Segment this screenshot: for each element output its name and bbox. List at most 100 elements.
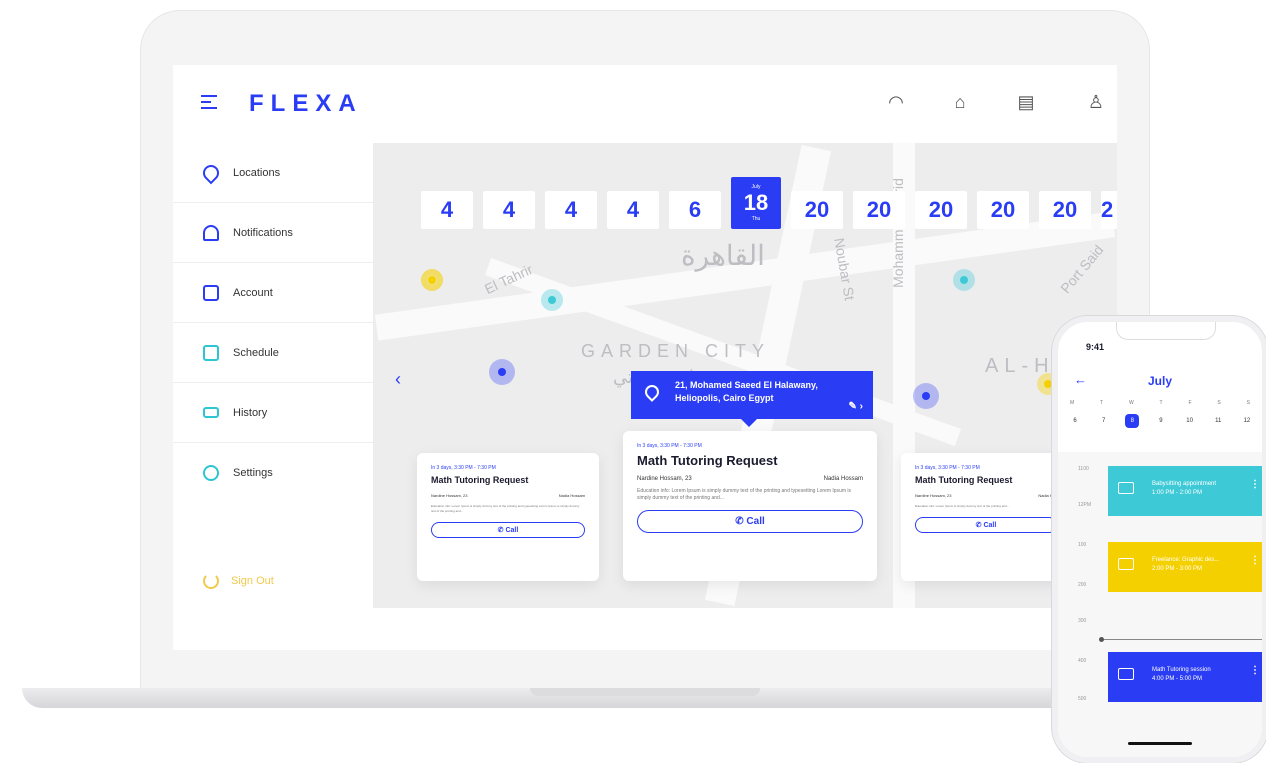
support-icon[interactable]: ◠	[885, 91, 907, 113]
edit-icon[interactable]: ✎ ›	[849, 400, 864, 413]
sidebar-item-label: Notifications	[233, 226, 293, 239]
day-selected[interactable]: 8	[1125, 414, 1140, 428]
desk-icon	[1118, 668, 1134, 680]
map-label-port-said: Port Said	[1057, 241, 1107, 297]
date-item[interactable]: 20	[791, 191, 843, 229]
sidebar-item-schedule[interactable]: Schedule	[173, 323, 373, 383]
card-description: Education info: Lorem Ipsum is simply du…	[431, 504, 580, 513]
date-item[interactable]: 20	[915, 191, 967, 229]
card-person1: Nardine Hossam, 23	[915, 493, 952, 498]
card-title: Math Tutoring Request	[915, 475, 1013, 485]
map-marker[interactable]	[489, 359, 515, 385]
chevron-left-icon[interactable]: ‹	[395, 369, 401, 390]
laptop-notch	[530, 688, 760, 696]
popup-address-line2: Heliopolis, Cairo Egypt	[675, 393, 774, 403]
calendar-icon	[203, 344, 219, 361]
current-time-line	[1099, 637, 1262, 642]
call-button[interactable]: ✆ Call	[637, 510, 863, 533]
location-popup[interactable]: 21, Mohamed Saeed El Halawany, Heliopoli…	[631, 371, 873, 427]
logo: FLEXA	[249, 90, 363, 117]
call-label: Call	[746, 516, 765, 527]
day[interactable]: 10	[1183, 414, 1197, 428]
hour-label: 500	[1078, 696, 1087, 702]
date-item[interactable]: 4	[421, 191, 473, 229]
call-button[interactable]: ✆ Call	[431, 522, 585, 538]
phone-time: 9:41	[1086, 342, 1105, 352]
day[interactable]: 7	[1097, 414, 1111, 428]
request-card[interactable]: In 3 days, 3:30 PM - 7:30 PM Math Tutori…	[417, 453, 599, 581]
phone-month: July	[1147, 374, 1172, 388]
date-item-selected[interactable]: July 18 Thu	[731, 177, 781, 229]
card-meta: In 3 days, 3:30 PM - 7:30 PM	[431, 465, 496, 471]
more-icon[interactable]: ⋮	[1250, 666, 1260, 676]
menu-icon[interactable]	[201, 95, 217, 113]
card-person1: Nardine Hossam, 23	[431, 493, 468, 498]
event-freelance[interactable]: Freelance: Graphic des... 2:00 PM - 3:00 …	[1108, 542, 1262, 592]
day[interactable]: 11	[1211, 414, 1225, 428]
day-row: 6 7 8 9 10 11 12	[1068, 414, 1254, 428]
card-person2: Nadia Hossam	[558, 493, 585, 498]
weekday: T	[1100, 400, 1104, 406]
date-item[interactable]: 4	[483, 191, 535, 229]
event-math-tutoring[interactable]: Math Tutoring session 4:00 PM - 5:00 PM ⋮	[1108, 652, 1262, 702]
sign-out-button[interactable]: Sign Out	[203, 573, 274, 589]
home-icon[interactable]: ⌂	[949, 91, 971, 113]
sidebar-item-history[interactable]: History	[173, 383, 373, 443]
location-icon	[642, 382, 662, 402]
map[interactable]: القاهرة El Tahrir GARDEN CITY جاردن سيتي…	[373, 143, 1117, 608]
date-weekday: Thu	[751, 216, 761, 222]
stroller-icon	[1118, 482, 1134, 494]
date-item[interactable]: 20	[977, 191, 1029, 229]
call-label: Call	[983, 522, 997, 529]
date-item[interactable]: 2	[1101, 191, 1117, 229]
sidebar-item-label: History	[233, 406, 268, 419]
date-item[interactable]: 4	[545, 191, 597, 229]
hour-label: 200	[1078, 582, 1087, 588]
date-item[interactable]: 6	[669, 191, 721, 229]
map-marker[interactable]	[953, 269, 975, 291]
hour-label: 100	[1078, 542, 1087, 548]
request-card[interactable]: In 3 days, 3:30 PM - 7:30 PM Math Tutori…	[901, 453, 1071, 581]
weekday: W	[1128, 400, 1134, 406]
call-button[interactable]: ✆ Call	[915, 517, 1057, 533]
map-road	[374, 211, 1116, 341]
weekday: F	[1188, 400, 1192, 406]
date-item[interactable]: 20	[853, 191, 905, 229]
home-indicator	[1128, 742, 1192, 745]
laptop-screen: FLEXA ◠ ⌂ ▤ ♙ Locations Notifications Ac…	[173, 65, 1117, 650]
user-icon[interactable]: ♙	[1085, 91, 1107, 113]
sidebar-item-notifications[interactable]: Notifications	[173, 203, 373, 263]
card-description: Education info: Lorem Ipsum is simply du…	[637, 488, 851, 501]
sidebar-item-label: Account	[233, 286, 273, 299]
date-number: 18	[743, 190, 769, 215]
more-icon[interactable]: ⋮	[1250, 556, 1260, 566]
messages-icon[interactable]: ▤	[1015, 91, 1037, 113]
event-time: 4:00 PM - 5:00 PM	[1152, 676, 1203, 682]
event-babysitting[interactable]: Babysitting appointment 1:00 PM - 2:00 PM…	[1108, 466, 1262, 516]
day[interactable]: 6	[1068, 414, 1082, 428]
hour-label: 1100	[1078, 466, 1089, 472]
event-time: 2:00 PM - 3:00 PM	[1152, 566, 1203, 572]
day[interactable]: 9	[1154, 414, 1168, 428]
sidebar-item-label: Locations	[233, 166, 281, 179]
more-icon[interactable]: ⋮	[1250, 480, 1260, 490]
sidebar-item-locations[interactable]: Locations	[173, 143, 373, 203]
date-item[interactable]: 20	[1039, 191, 1091, 229]
map-marker[interactable]	[913, 383, 939, 409]
day[interactable]: 12	[1240, 414, 1254, 428]
hour-label: 400	[1078, 658, 1087, 664]
event-time: 1:00 PM - 2:00 PM	[1152, 490, 1203, 496]
event-title: Math Tutoring session	[1152, 667, 1211, 673]
map-marker[interactable]	[421, 269, 443, 291]
history-icon	[203, 407, 219, 418]
weekday: S	[1217, 400, 1221, 406]
sidebar-item-settings[interactable]: Settings	[173, 443, 373, 503]
phone-notch	[1116, 322, 1216, 340]
card-title: Math Tutoring Request	[431, 475, 529, 485]
sidebar-item-account[interactable]: Account	[173, 263, 373, 323]
wallet-icon	[203, 284, 219, 301]
sidebar-item-label: Schedule	[233, 346, 279, 359]
date-item[interactable]: 4	[607, 191, 659, 229]
request-card-featured[interactable]: In 3 days, 3:30 PM - 7:30 PM Math Tutori…	[623, 431, 877, 581]
map-marker[interactable]	[541, 289, 563, 311]
